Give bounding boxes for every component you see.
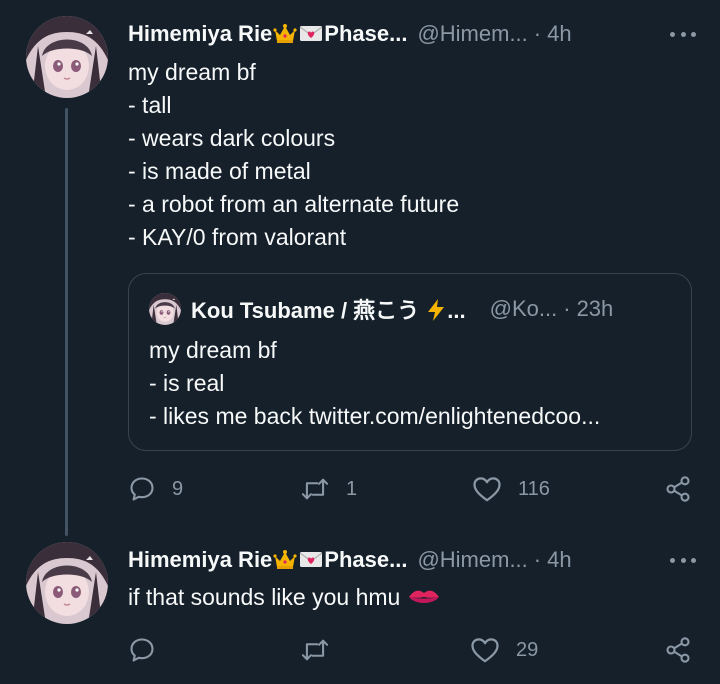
like-button[interactable]: 116 xyxy=(472,473,550,505)
separator-dot: · xyxy=(533,21,542,46)
like-count: 29 xyxy=(516,638,539,661)
quoted-tweet[interactable]: Kou Tsubame / 燕こう ... @Ko... · 23h my dr… xyxy=(128,273,692,451)
thread-connector-line xyxy=(65,108,68,536)
tweet-header: Himemiya Rie Phase... @Himem... · 4h xyxy=(128,18,696,50)
reply-count: 9 xyxy=(172,477,184,500)
reply-button[interactable]: 9 xyxy=(128,473,183,505)
avatar[interactable] xyxy=(26,16,108,98)
lightning-icon xyxy=(428,299,445,321)
separator-dot: · xyxy=(563,296,571,321)
quote-display-name: Kou Tsubame / 燕こう ... xyxy=(191,298,466,323)
share-icon xyxy=(666,476,690,502)
share-icon xyxy=(666,637,690,663)
quote-header: Kou Tsubame / 燕こう ... @Ko... · 23h xyxy=(149,292,671,326)
quote-avatar xyxy=(149,293,181,325)
reply-button[interactable] xyxy=(128,634,172,666)
heart-icon xyxy=(471,638,499,663)
retweet-icon xyxy=(301,639,329,661)
display-name[interactable]: Himemiya Rie Phase... xyxy=(128,547,407,573)
reply-icon xyxy=(130,638,154,662)
share-button[interactable] xyxy=(664,634,692,666)
like-count: 116 xyxy=(518,477,550,500)
tweet-text: my dream bf - tall - wears dark colours … xyxy=(128,59,460,250)
retweet-button[interactable] xyxy=(300,634,346,666)
tweet-timestamp[interactable]: 4h xyxy=(547,21,571,47)
crown-icon xyxy=(273,22,297,44)
user-handle[interactable]: @Himem... xyxy=(417,547,527,573)
crown-icon xyxy=(273,548,297,570)
avatar[interactable] xyxy=(26,542,108,624)
separator-dot: · xyxy=(533,547,542,572)
quote-timestamp: 23h xyxy=(576,296,614,321)
love-letter-icon xyxy=(299,548,323,570)
retweet-count: 1 xyxy=(346,477,358,500)
tweet-text: if that sounds like you hmu xyxy=(128,584,401,610)
tweet-header: Himemiya Rie Phase... @Himem... · 4h xyxy=(128,544,696,576)
kiss-mark-icon xyxy=(408,590,439,603)
share-button[interactable] xyxy=(664,473,692,505)
tweet-actions: 29 xyxy=(128,634,694,666)
tweet-actions: 9 1 116 xyxy=(128,473,694,505)
tweet-timestamp[interactable]: 4h xyxy=(547,547,571,573)
user-handle[interactable]: @Himem... xyxy=(417,21,527,47)
love-letter-icon xyxy=(299,22,323,44)
reply-icon xyxy=(130,477,154,501)
more-options-icon[interactable] xyxy=(670,22,696,46)
display-name[interactable]: Himemiya Rie Phase... xyxy=(128,21,407,47)
retweet-icon xyxy=(301,478,329,500)
quote-user-handle: @Ko... xyxy=(489,296,558,321)
more-options-icon[interactable] xyxy=(670,548,696,572)
quote-text: my dream bf - is real - likes me back tw… xyxy=(149,337,601,429)
tweet-text-container: if that sounds like you hmu xyxy=(128,581,441,614)
heart-icon xyxy=(473,477,501,502)
like-button[interactable]: 29 xyxy=(470,634,538,666)
retweet-button[interactable]: 1 xyxy=(300,473,357,505)
